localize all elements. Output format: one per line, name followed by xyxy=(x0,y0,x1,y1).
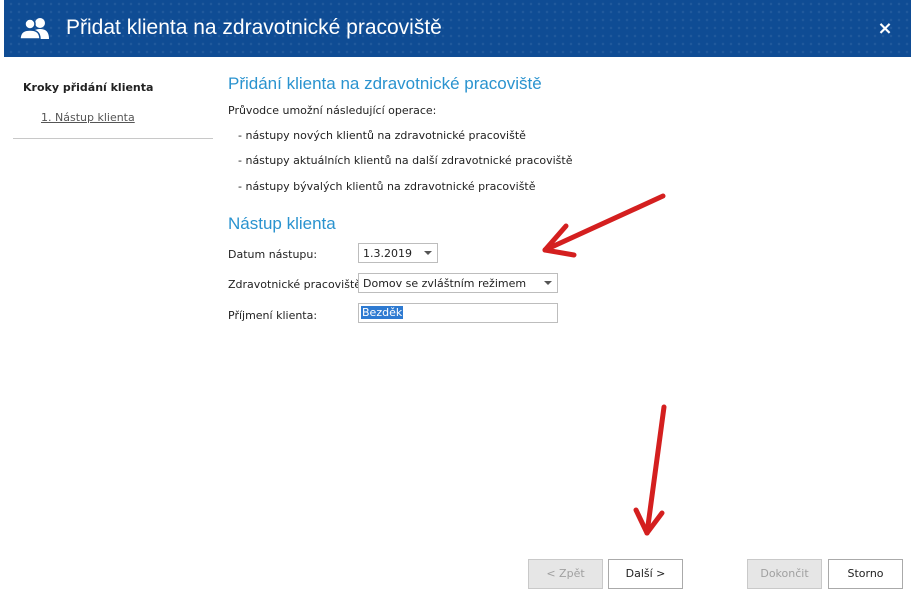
operation-item: - nástupy bývalých klientů na zdravotnic… xyxy=(238,180,536,193)
annotation-arrow-to-next xyxy=(633,404,667,536)
title-bar: Přidat klienta na zdravotnické pracovišt… xyxy=(4,0,911,57)
sidebar-divider xyxy=(13,138,213,139)
close-button[interactable]: × xyxy=(874,18,896,40)
next-button[interactable]: Další > xyxy=(608,559,683,589)
window-title: Přidat klienta na zdravotnické pracovišt… xyxy=(66,16,442,39)
workplace-label: Zdravotnické pracoviště: xyxy=(228,278,365,291)
chevron-down-icon xyxy=(424,251,432,255)
chevron-down-icon xyxy=(544,281,552,285)
workplace-select[interactable]: Domov se zvláštním režimem xyxy=(358,273,558,293)
intro-description: Průvodce umožní následující operace: xyxy=(228,104,437,117)
annotation-arrow-to-form xyxy=(542,193,666,258)
finish-button[interactable]: Dokončit xyxy=(747,559,822,589)
form-heading: Nástup klienta xyxy=(228,214,336,233)
date-label: Datum nástupu: xyxy=(228,248,318,261)
operation-item: - nástupy nových klientů na zdravotnické… xyxy=(238,129,526,142)
back-button[interactable]: < Zpět xyxy=(528,559,603,589)
surname-label: Příjmení klienta: xyxy=(228,309,318,322)
close-icon: × xyxy=(877,18,893,39)
operation-item: - nástupy aktuálních klientů na další zd… xyxy=(238,154,573,167)
workplace-value: Domov se zvláštním režimem xyxy=(363,277,527,290)
surname-input[interactable]: Bezděk xyxy=(358,303,558,323)
sidebar-step-nastup-klienta[interactable]: 1. Nástup klienta xyxy=(41,111,135,124)
sidebar-title: Kroky přidání klienta xyxy=(23,81,154,94)
intro-heading: Přidání klienta na zdravotnické pracoviš… xyxy=(228,74,542,93)
surname-value: Bezděk xyxy=(361,306,404,319)
users-icon xyxy=(20,18,49,39)
date-picker[interactable]: 1.3.2019 xyxy=(358,243,438,263)
date-value: 1.3.2019 xyxy=(363,247,412,260)
cancel-button[interactable]: Storno xyxy=(828,559,903,589)
